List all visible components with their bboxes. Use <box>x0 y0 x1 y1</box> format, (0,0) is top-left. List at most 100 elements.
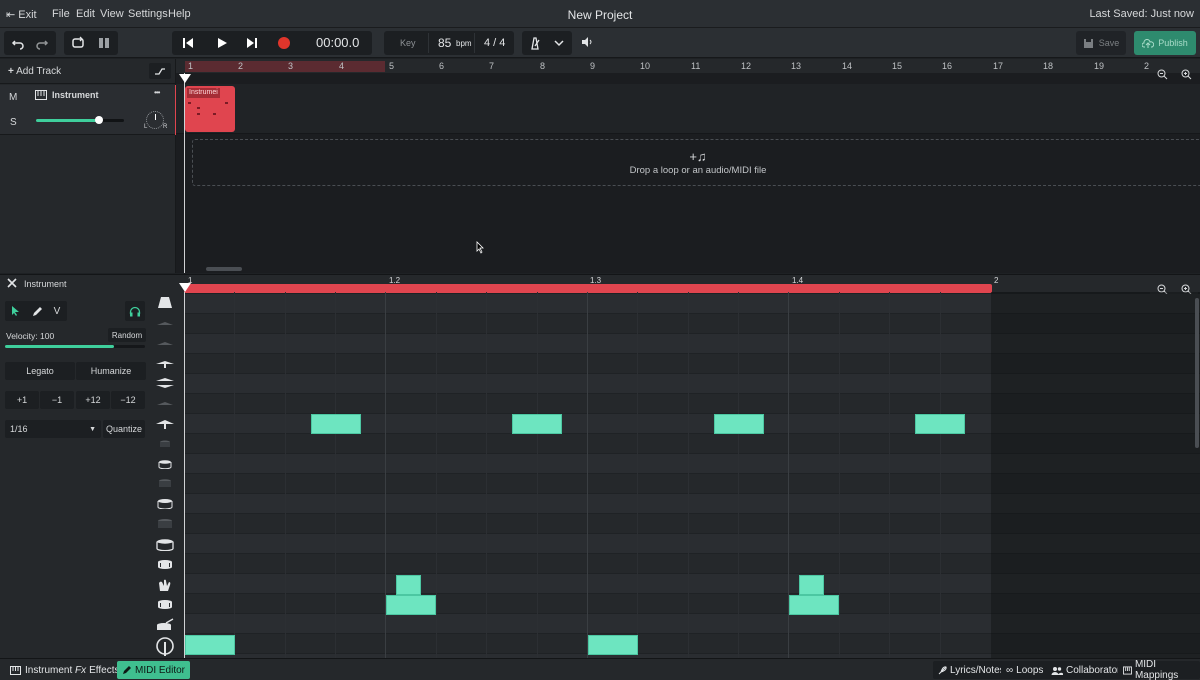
ride-cymbal-icon[interactable] <box>155 419 175 429</box>
midi-note[interactable] <box>185 635 235 655</box>
gong-icon[interactable] <box>157 296 173 310</box>
undo-button[interactable] <box>6 31 30 55</box>
time-signature[interactable]: 4 / 4 <box>484 37 505 49</box>
legato-button[interactable]: Legato <box>5 362 75 380</box>
hi-hat-open-icon[interactable] <box>155 378 175 388</box>
clip-note <box>213 113 216 115</box>
kick-drum-icon[interactable] <box>155 637 175 657</box>
clip-note <box>197 107 200 109</box>
zoom-out-button[interactable] <box>1150 62 1174 86</box>
dropdown-arrow-icon: ▼ <box>89 425 96 433</box>
midi-note[interactable] <box>714 414 764 434</box>
play-icon <box>218 38 227 48</box>
zoom-in-button[interactable] <box>1174 62 1198 86</box>
grid-size-value: 1/16 <box>10 424 28 434</box>
hi-hat-icon[interactable] <box>155 359 175 368</box>
midi-clip[interactable]: Instrumei <box>185 86 235 132</box>
track-more-button[interactable]: ••• <box>154 88 160 97</box>
midi-note[interactable] <box>512 414 562 434</box>
timeline-ruler[interactable]: 1 2 3 4 5 6 7 8 9 10 11 12 13 14 15 16 1… <box>176 59 1200 73</box>
publish-label: Publish <box>1158 38 1188 48</box>
preview-audio-button[interactable] <box>125 301 145 321</box>
snare-stick-icon[interactable] <box>156 618 174 632</box>
solo-button[interactable]: S <box>10 117 17 128</box>
automation-button[interactable] <box>149 63 171 79</box>
floor-tom-icon[interactable] <box>157 499 173 510</box>
midi-note[interactable] <box>915 414 965 434</box>
cymbal-icon[interactable] <box>156 319 174 327</box>
redo-button[interactable] <box>30 31 54 55</box>
snare-icon[interactable] <box>157 600 173 610</box>
track-name[interactable]: Instrument <box>52 90 99 100</box>
velocity-tool-button[interactable]: V <box>48 302 66 320</box>
midi-note[interactable] <box>396 575 421 595</box>
playhead-handle[interactable] <box>178 74 192 84</box>
midi-editor-tab[interactable]: MIDI Editor <box>117 661 191 679</box>
editor-playhead-line <box>184 292 185 658</box>
record-button[interactable] <box>272 31 296 55</box>
add-track-button[interactable]: + Add Track <box>8 66 61 77</box>
midi-note[interactable] <box>311 414 361 434</box>
velocity-slider[interactable] <box>5 345 145 348</box>
floor-tom-icon[interactable] <box>157 519 173 529</box>
publish-button[interactable]: Publish <box>1134 31 1196 55</box>
track-volume-slider[interactable] <box>36 116 124 124</box>
instrument-tab[interactable]: Instrument <box>5 661 77 679</box>
beat-line <box>486 292 487 658</box>
select-tool-button[interactable] <box>6 302 26 320</box>
midi-note[interactable] <box>588 635 638 655</box>
close-editor-button[interactable] <box>7 277 17 291</box>
transpose-down-octave-button[interactable]: −12 <box>111 391 145 409</box>
key-selector[interactable]: Key <box>400 38 416 48</box>
lyrics-notes-tab[interactable]: Lyrics/Notes <box>933 661 1010 679</box>
midi-note[interactable] <box>799 575 824 595</box>
skip-back-button[interactable] <box>176 31 200 55</box>
pencil-icon <box>123 666 131 674</box>
transpose-up-octave-button[interactable]: +12 <box>76 391 110 409</box>
project-title: New Project <box>567 8 633 22</box>
transpose-down-semitone-button[interactable]: −1 <box>40 391 74 409</box>
pencil-tool-button[interactable] <box>27 302 47 320</box>
grid-size-select[interactable]: 1/16 ▼ <box>5 420 101 438</box>
loop-region[interactable] <box>185 61 385 72</box>
midi-note[interactable] <box>789 595 839 615</box>
transpose-up-semitone-button[interactable]: +1 <box>5 391 39 409</box>
pan-knob[interactable] <box>146 111 164 129</box>
loops-tab[interactable]: ∞ Loops <box>1001 661 1049 679</box>
midi-mappings-tab[interactable]: MIDI Mappings <box>1118 659 1200 680</box>
track-volume-knob[interactable] <box>95 116 104 124</box>
loops-label: Loops <box>1016 664 1044 676</box>
split-view-button[interactable] <box>92 31 116 55</box>
bpm-value[interactable]: 85 <box>438 36 451 50</box>
vertical-scrollbar[interactable] <box>1195 298 1199 448</box>
tom-icon[interactable] <box>158 479 172 488</box>
snare-icon[interactable] <box>157 560 173 570</box>
floor-tom-icon[interactable] <box>156 539 174 552</box>
play-button[interactable] <box>210 31 234 55</box>
quantize-button[interactable]: Quantize <box>103 420 145 438</box>
loop-button[interactable] <box>66 31 90 55</box>
clap-icon[interactable] <box>157 578 173 592</box>
humanize-button[interactable]: Humanize <box>76 362 146 380</box>
metronome-dropdown[interactable] <box>548 31 570 55</box>
cymbal-icon[interactable] <box>156 399 174 407</box>
instrument-icon <box>10 665 21 675</box>
cymbal-icon[interactable] <box>156 339 174 347</box>
skip-forward-button[interactable] <box>240 31 264 55</box>
tom-icon[interactable] <box>159 439 171 447</box>
bar-number: 5 <box>389 61 395 71</box>
bar-number: 17 <box>993 61 1004 71</box>
bar-number: 6 <box>439 61 445 71</box>
arrangement-view[interactable]: Instrumei +♫ Drop a loop or an audio/MID… <box>176 69 1200 273</box>
mute-button[interactable]: M <box>9 92 17 103</box>
piano-roll-grid[interactable] <box>184 292 1200 658</box>
track-panel-header: + Add Track <box>0 59 176 84</box>
save-button[interactable]: Save <box>1076 31 1126 55</box>
random-velocity-button[interactable]: Random <box>108 328 146 342</box>
metronome-button[interactable] <box>524 31 546 55</box>
horizontal-scrollbar[interactable] <box>206 267 242 271</box>
midi-note[interactable] <box>386 595 436 615</box>
drop-zone[interactable]: +♫ Drop a loop or an audio/MIDI file <box>192 139 1200 186</box>
track-row[interactable]: M S Instrument ••• L R <box>0 85 176 135</box>
tom-icon[interactable] <box>158 460 172 470</box>
